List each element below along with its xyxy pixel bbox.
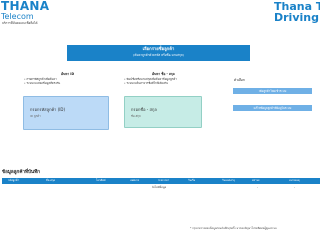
edit-customer-button[interactable]: แก้ไขข้อมูลลูกค้าที่มีอยู่ในระบบ [233,105,312,111]
col-status[interactable]: สถานะ [252,178,260,184]
col-customer-id[interactable]: รหัสลูกค้า [8,178,19,184]
search-name-field[interactable]: กรอกชื่อ - สกุล ชื่อ-สกุล [124,96,202,128]
search-id-caption: ค้นหา ID [61,72,75,76]
table-header: รหัสลูกค้า ชื่อ-สกุล โทรศัพท์ แพคเกจ ระย… [2,178,320,184]
col-package[interactable]: แพคเกจ [130,178,139,184]
logo-subtitle: Telecom [1,12,34,21]
cell-status: - [257,186,258,189]
col-expiry-date[interactable]: วันหมดอายุ [222,178,235,184]
cell-duration: ยังไม่มีข้อมูล [152,186,167,189]
table-section-title: ข้อมูลลูกค้าที่บันทึก [2,170,40,175]
table-row[interactable]: ยังไม่มีข้อมูล - - [2,185,320,190]
search-name-hint: ชื่อ-สกุล [131,114,141,118]
search-name-note-2: • ระบบจะค้นหาจากชื่อที่ใกล้เคียงกัน [124,81,168,85]
add-customer-button[interactable]: เพิ่มลูกค้าใหม่เข้าระบบ [233,88,312,94]
page-title: เลือกรายชื่อลูกค้า [142,46,175,51]
cell-note: - [294,186,295,189]
col-note[interactable]: หมายเหตุ [289,178,300,184]
search-id-field[interactable]: กรอกรหัสลูกค้า (ID) ID ลูกค้า [23,96,109,130]
col-start-date[interactable]: วันเริ่ม [188,178,195,184]
col-phone[interactable]: โทรศัพท์ [96,178,106,184]
search-id-hint: ID ลูกค้า [30,114,41,118]
app-title-line2: Driving L [274,12,320,24]
page-title-banner: เลือกรายชื่อลูกค้า (ค้นหาลูกค้าด้วยรหัส … [67,45,250,61]
search-id-label: กรอกรหัสลูกค้า (ID) [30,107,66,112]
search-name-label: กรอกชื่อ - สกุล [131,107,157,112]
actions-caption: ตัวเลือก [234,78,245,82]
col-name[interactable]: ชื่อ-สกุล [46,178,55,184]
logo-tagline: บริการที่มั่นคงและเชื่อถือได้ [2,21,38,25]
col-duration[interactable]: ระยะเวลา [158,178,169,184]
page-subtitle: (ค้นหาลูกค้าด้วยรหัส หรือชื่อ-นามสกุล) [133,53,184,57]
search-id-note-2: • ระบบจะแสดงข้อมูลที่ตรงกัน [24,81,61,85]
footnote: * กรุณาตรวจสอบข้อมูลก่อนบันทึกทุกครั้ง ห… [190,227,277,230]
